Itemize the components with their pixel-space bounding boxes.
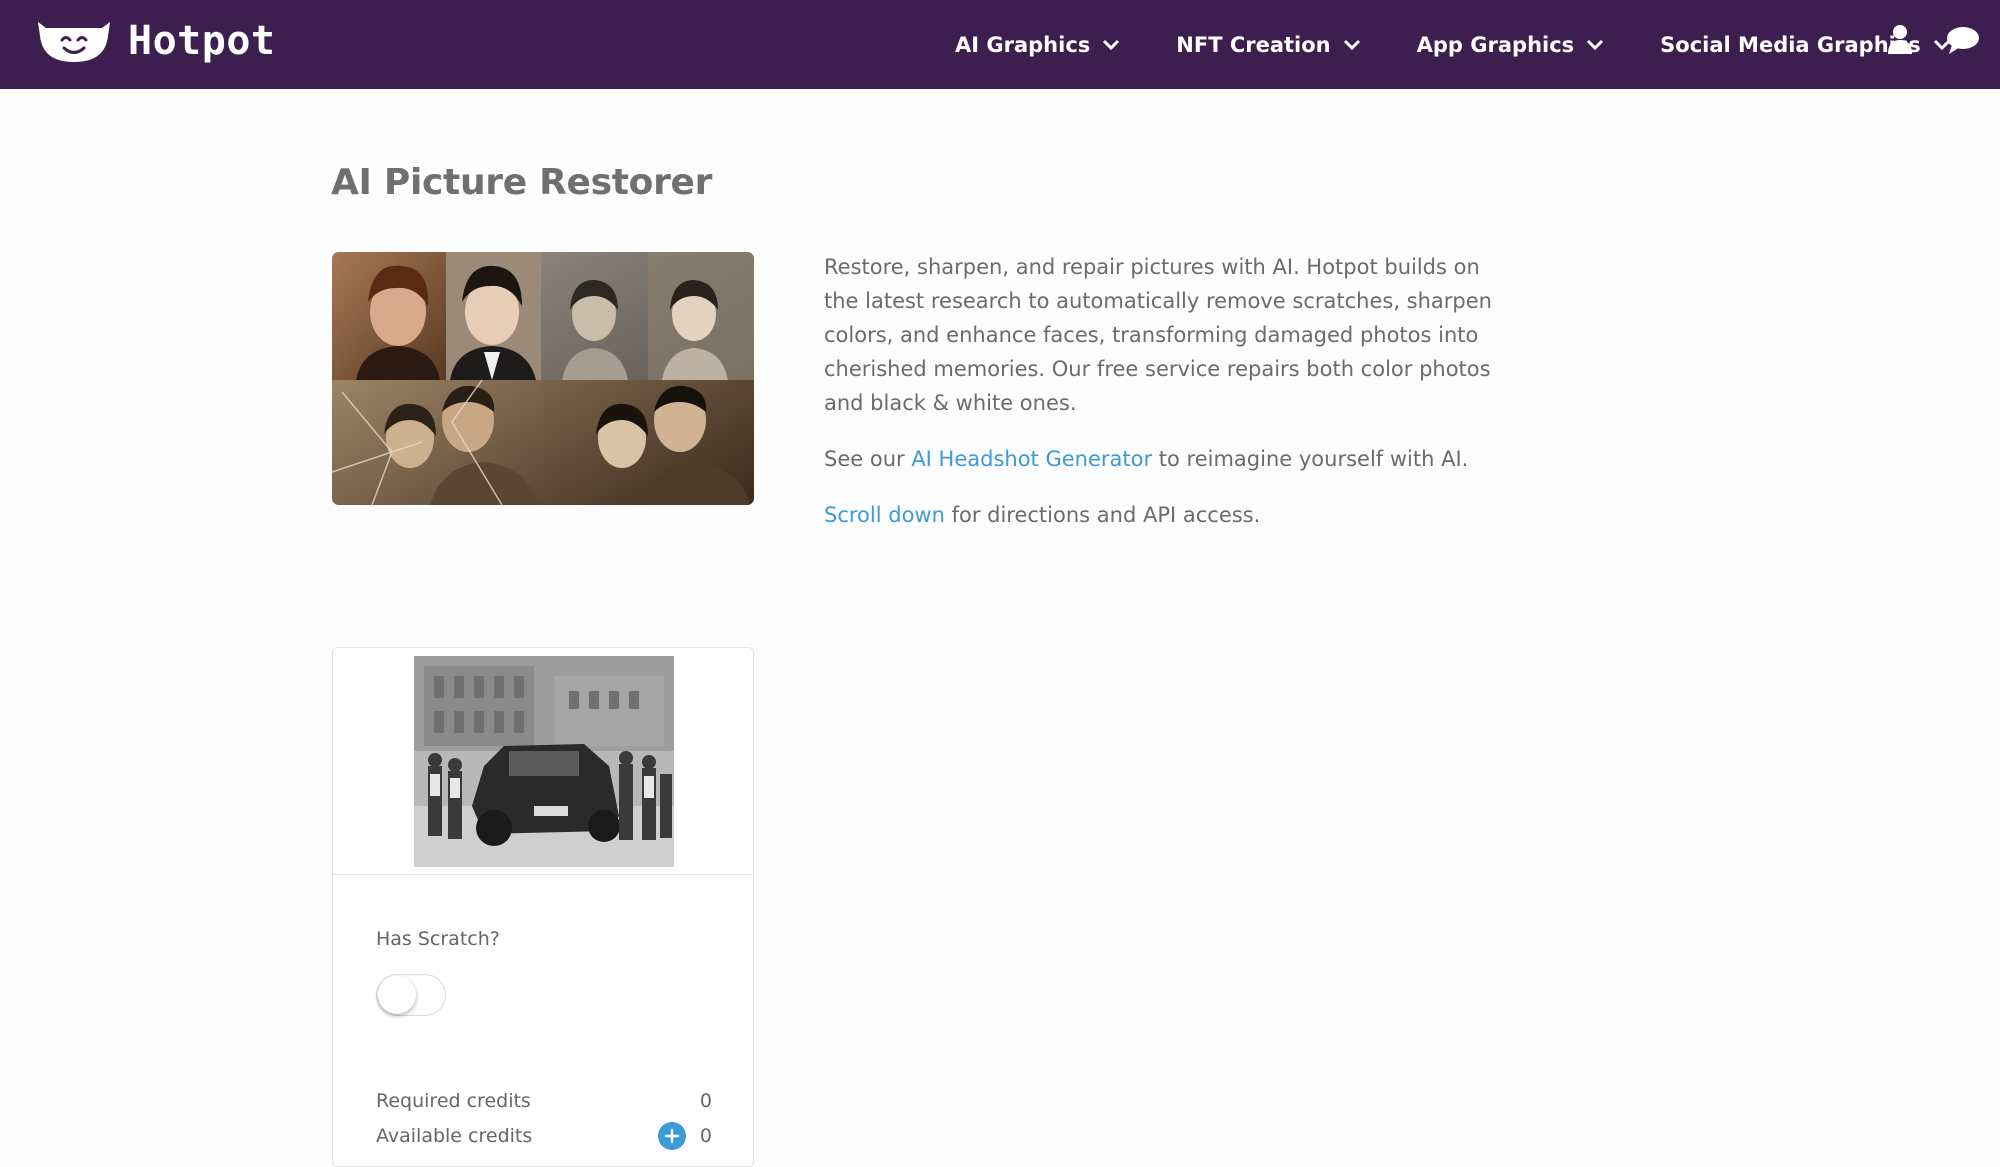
collage-image xyxy=(332,252,754,505)
nav-item-label: Social Media Graphics xyxy=(1660,32,1921,57)
restore-card: Has Scratch? Required credits 0 Availabl… xyxy=(332,647,754,1167)
intro-paragraph: Restore, sharpen, and repair pictures wi… xyxy=(824,255,1492,415)
required-credits-row: Required credits 0 xyxy=(376,1090,712,1112)
chevron-down-icon xyxy=(1587,39,1604,50)
scroll-suffix: for directions and API access. xyxy=(944,503,1261,527)
upload-image-area[interactable] xyxy=(333,648,753,875)
page-title: AI Picture Restorer xyxy=(331,162,713,203)
nav-item-label: App Graphics xyxy=(1416,32,1575,57)
headshot-paragraph: See our AI Headshot Generator to reimagi… xyxy=(824,442,1504,476)
add-credits-button[interactable] xyxy=(657,1122,686,1150)
chat-bubble-icon[interactable] xyxy=(1946,26,1980,56)
nav-item-nft-creation[interactable]: NFT Creation xyxy=(1176,33,1360,57)
main-nav: AI Graphics NFT Creation App Graphics So… xyxy=(955,0,2000,89)
scroll-down-link[interactable]: Scroll down xyxy=(824,503,945,527)
sample-photo[interactable] xyxy=(414,656,674,867)
toggle-knob xyxy=(378,976,416,1014)
hotpot-logo-icon xyxy=(38,22,110,62)
user-icon[interactable] xyxy=(1886,24,1914,56)
ai-headshot-generator-link[interactable]: AI Headshot Generator xyxy=(911,447,1152,471)
brand-logo-link[interactable]: Hotpot xyxy=(36,18,276,64)
see-our-prefix: See our xyxy=(824,447,912,471)
top-navbar: Hotpot AI Graphics NFT Creation App Grap… xyxy=(0,0,2000,89)
scroll-paragraph: Scroll down for directions and API acces… xyxy=(824,498,1504,532)
sample-photo-image xyxy=(414,656,674,867)
has-scratch-label: Has Scratch? xyxy=(376,928,500,950)
nav-item-label: AI Graphics xyxy=(955,32,1091,57)
nav-item-ai-graphics[interactable]: AI Graphics xyxy=(955,33,1120,57)
has-scratch-toggle[interactable] xyxy=(376,974,446,1016)
see-our-suffix: to reimagine yourself with AI. xyxy=(1152,447,1469,471)
available-credits-label: Available credits xyxy=(376,1125,533,1147)
chevron-down-icon xyxy=(1103,39,1120,50)
available-credits-right: 0 xyxy=(657,1122,712,1150)
before-after-collage xyxy=(332,252,754,505)
available-credits-value: 0 xyxy=(699,1125,712,1147)
chevron-down-icon xyxy=(1343,39,1360,50)
nav-item-app-graphics[interactable]: App Graphics xyxy=(1417,33,1605,57)
required-credits-label: Required credits xyxy=(376,1090,531,1112)
nav-item-label: NFT Creation xyxy=(1176,32,1331,57)
brand-name: Hotpot xyxy=(128,18,276,64)
plus-icon xyxy=(664,1128,680,1144)
available-credits-row: Available credits 0 xyxy=(376,1122,712,1150)
intro-section: Restore, sharpen, and repair pictures wi… xyxy=(824,250,1504,554)
required-credits-value: 0 xyxy=(699,1090,712,1112)
